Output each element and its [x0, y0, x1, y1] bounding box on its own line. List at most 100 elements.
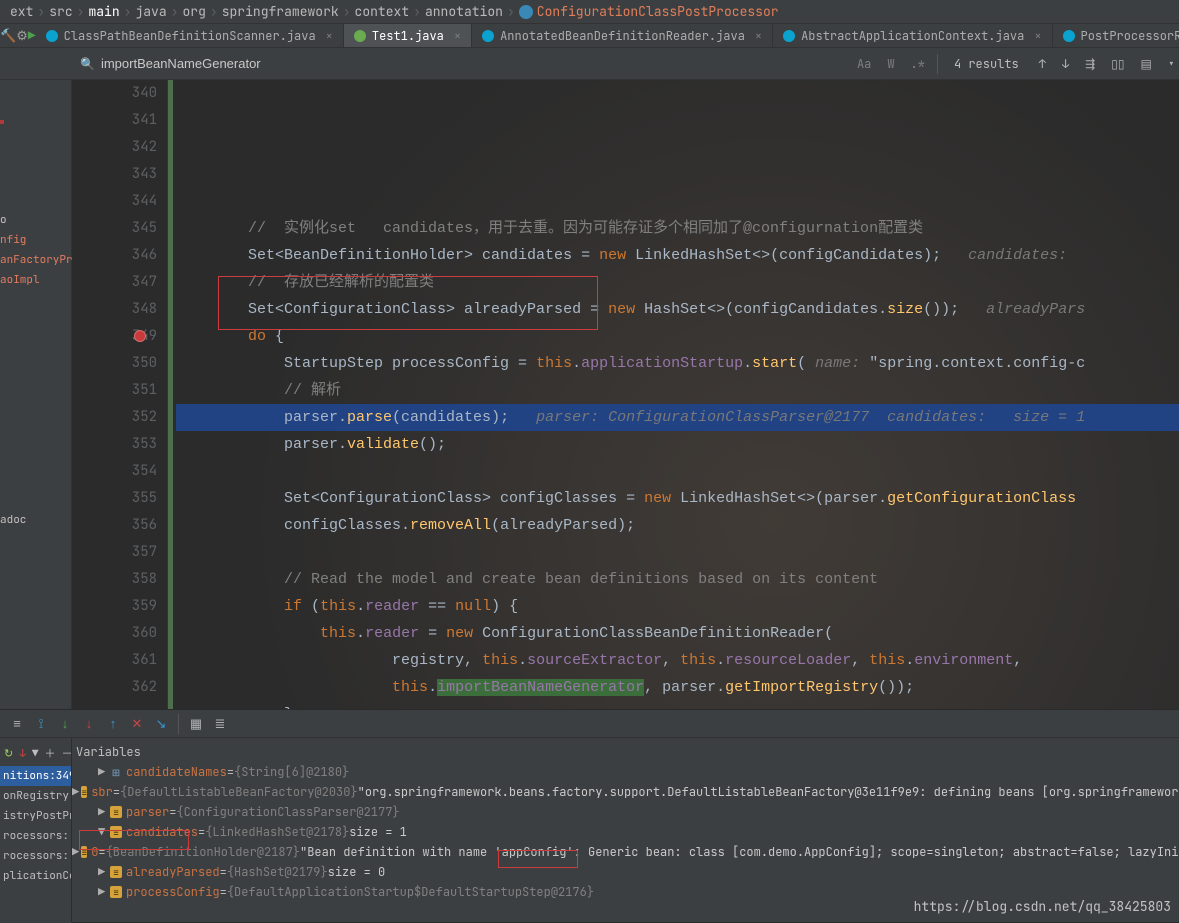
hammer-icon[interactable]: 🔨: [0, 24, 16, 47]
close-icon[interactable]: ×: [755, 28, 762, 44]
variable-node[interactable]: ▶≡sbr = {DefaultListableBeanFactory@2030…: [72, 782, 1179, 802]
stack-frame-3[interactable]: rocessors:: [0, 826, 71, 846]
drop-frame-button[interactable]: ✕: [126, 713, 148, 735]
step-over-button[interactable]: ↓: [54, 713, 76, 735]
stack-frame-1[interactable]: onRegistry: [0, 786, 71, 806]
project-item-e[interactable]: adoc: [0, 510, 71, 530]
editor-gutter[interactable]: 3403413423433443453463473483493503513523…: [72, 80, 168, 709]
run-to-cursor-button[interactable]: ↘: [150, 713, 172, 735]
add-selection-button[interactable]: ▯▯: [1107, 56, 1128, 72]
editor-area[interactable]: // 实例化set candidates，用于去重。因为可能存证多个相同加了@c…: [168, 80, 1179, 709]
crumb-0[interactable]: ext: [10, 3, 33, 20]
stack-frame-5[interactable]: plicationCor: [0, 866, 71, 886]
whole-word-toggle[interactable]: W: [883, 54, 898, 74]
variable-node[interactable]: ▼≡candidates = {LinkedHashSet@2178} size…: [72, 822, 1179, 842]
regex-toggle[interactable]: .*: [907, 54, 929, 74]
line-number[interactable]: 353: [72, 431, 157, 458]
line-number[interactable]: 354: [72, 458, 157, 485]
tab-0-label: ClassPathBeanDefinitionScanner.java: [64, 28, 316, 44]
gear-icon[interactable]: ⚙: [16, 24, 28, 47]
tab-1[interactable]: Test1.java×: [344, 24, 472, 47]
editor-tab-bar: 🔨 ⚙ ▶ ClassPathBeanDefinitionScanner.jav…: [0, 24, 1179, 48]
line-number[interactable]: 357: [72, 539, 157, 566]
search-input[interactable]: [101, 56, 361, 71]
line-number[interactable]: 362: [72, 674, 157, 701]
crumb-3[interactable]: java: [135, 3, 166, 20]
line-number[interactable]: 358: [72, 566, 157, 593]
variable-node[interactable]: ▶≡parser = {ConfigurationClassParser@217…: [72, 802, 1179, 822]
variable-node[interactable]: ▶≡0 = {BeanDefinitionHolder@2187} "Bean …: [72, 842, 1179, 862]
project-item-c[interactable]: anFactoryPro: [0, 250, 71, 270]
crumb-2[interactable]: main: [88, 3, 119, 20]
tab-3[interactable]: AbstractApplicationContext.java ×: [773, 24, 1052, 47]
line-number[interactable]: 344: [72, 188, 157, 215]
run-icon[interactable]: ▶: [28, 24, 36, 47]
rerun-icon[interactable]: ↻: [4, 744, 13, 764]
layout-icon[interactable]: ≡: [6, 713, 28, 735]
project-tool-window[interactable]: o nfig anFactoryPro aoImpl adoc: [0, 80, 72, 709]
close-icon[interactable]: ×: [1034, 28, 1041, 44]
export-matches-button[interactable]: ▤: [1136, 56, 1155, 72]
remove-icon[interactable]: －: [61, 744, 72, 764]
crumb-4[interactable]: org: [182, 3, 205, 20]
close-icon[interactable]: ×: [326, 28, 333, 44]
restore-layout-button[interactable]: ⟟: [30, 713, 52, 735]
line-number[interactable]: 351: [72, 377, 157, 404]
line-number[interactable]: 359: [72, 593, 157, 620]
breadcrumb-file[interactable]: ConfigurationClassPostProcessor: [537, 3, 779, 20]
tab-2[interactable]: AnnotatedBeanDefinitionReader.java×: [472, 24, 773, 47]
match-case-toggle[interactable]: Aa: [853, 54, 875, 74]
add-icon[interactable]: ＋: [44, 744, 55, 764]
project-item-d[interactable]: aoImpl: [0, 270, 71, 290]
variable-node[interactable]: ▶⊞candidateNames = {String[6]@2180}: [72, 762, 1179, 782]
crumb-5[interactable]: springframework: [222, 3, 339, 20]
variables-tree[interactable]: Variables ▶⊞candidateNames = {String[6]@…: [72, 738, 1179, 923]
breadcrumb[interactable]: ext› src› main› java› org› springframewo…: [0, 0, 1179, 24]
tab-3-label: AbstractApplicationContext.java: [801, 28, 1024, 44]
line-number[interactable]: 346: [72, 242, 157, 269]
evaluate-expression-button[interactable]: ▦: [185, 713, 207, 735]
line-number[interactable]: 348: [72, 296, 157, 323]
step-out-button[interactable]: ↑: [102, 713, 124, 735]
crumb-1[interactable]: src: [49, 3, 72, 20]
tab-0[interactable]: ClassPathBeanDefinitionScanner.java ×: [36, 24, 344, 47]
crumb-7[interactable]: annotation: [425, 3, 503, 20]
frames-list[interactable]: ↻ ↓ ▼ ＋ － nitions:349, onRegistry istryP…: [0, 738, 72, 923]
stack-frame-2[interactable]: istryPostPr: [0, 806, 71, 826]
close-icon[interactable]: ×: [454, 28, 461, 44]
line-number[interactable]: 352: [72, 404, 157, 431]
filter-icon[interactable]: ▾: [1164, 56, 1179, 72]
filter-icon[interactable]: ▼: [32, 744, 39, 764]
array-icon: ⊞: [110, 766, 122, 778]
variables-title: Variables: [72, 742, 1179, 762]
stack-frame-4[interactable]: rocessors:: [0, 846, 71, 866]
stack-frame-0[interactable]: nitions:349,: [0, 766, 71, 786]
line-number[interactable]: 342: [72, 134, 157, 161]
object-icon: ≡: [81, 786, 87, 798]
project-item-a[interactable]: o: [0, 210, 71, 230]
variable-node[interactable]: ▶≡alreadyParsed = {HashSet@2179} size = …: [72, 862, 1179, 882]
select-all-occurrences-button[interactable]: ⇶: [1081, 56, 1099, 72]
stop-icon[interactable]: ↓: [19, 744, 26, 764]
line-number[interactable]: 350: [72, 350, 157, 377]
line-number[interactable]: 360: [72, 620, 157, 647]
prev-match-button[interactable]: ↑: [1035, 56, 1050, 72]
line-number[interactable]: 345: [72, 215, 157, 242]
settings-icon[interactable]: ≣: [209, 713, 231, 735]
java-file-icon: [783, 30, 795, 42]
project-item-b[interactable]: nfig: [0, 230, 71, 250]
line-number[interactable]: 343: [72, 161, 157, 188]
line-number[interactable]: 361: [72, 647, 157, 674]
step-into-button[interactable]: ↓: [78, 713, 100, 735]
line-number[interactable]: 355: [72, 485, 157, 512]
crumb-6[interactable]: context: [355, 3, 410, 20]
search-icon: 🔍: [80, 56, 95, 72]
debug-variables-panel: ≡ ⟟ ↓ ↓ ↑ ✕ ↘ ▦ ≣ ↻ ↓ ▼ ＋ － nitions:349,…: [0, 709, 1179, 922]
next-match-button[interactable]: ↓: [1058, 56, 1073, 72]
line-number[interactable]: 341: [72, 107, 157, 134]
line-number[interactable]: 347: [72, 269, 157, 296]
tab-4[interactable]: PostProcessorRegistrationDelegate.java×: [1053, 24, 1179, 47]
breakpoint-icon[interactable]: [134, 330, 146, 342]
line-number[interactable]: 356: [72, 512, 157, 539]
line-number[interactable]: 340: [72, 80, 157, 107]
